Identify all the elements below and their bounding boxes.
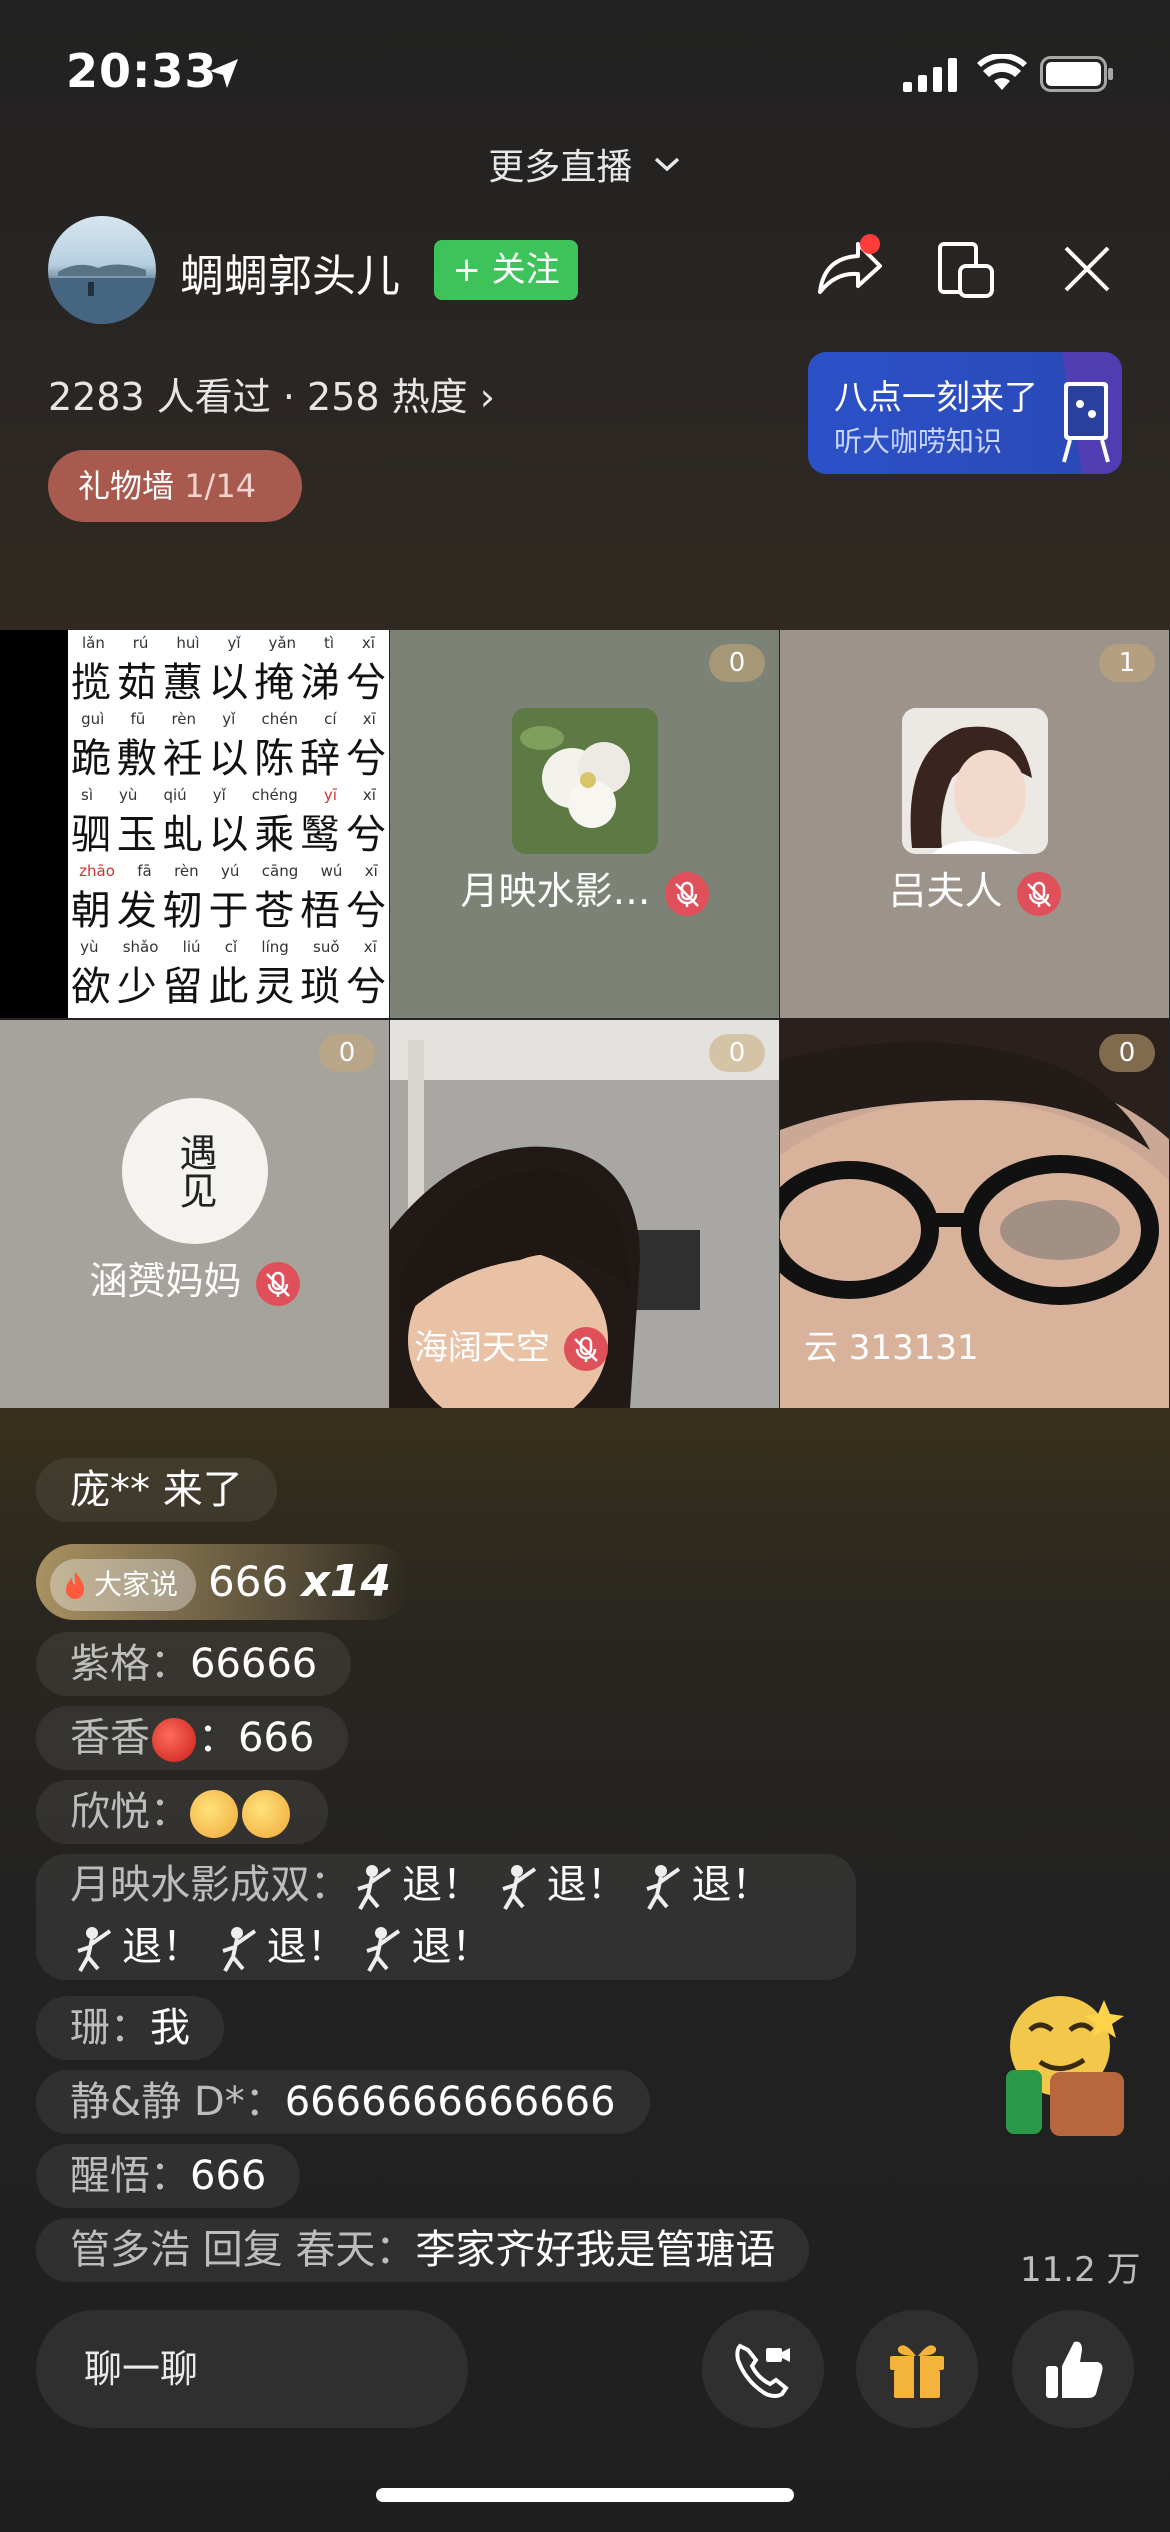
guest-name: 涵赟妈妈 xyxy=(89,1259,242,1303)
guest-grid: lǎn rú huì yǐ yǎn tì xī 揽茹蕙以掩涕兮 guì fū rèn yǐ chén… xyxy=(0,630,1170,1408)
location-arrow-icon xyxy=(210,59,238,88)
avatar-calligraphy: 遇见 xyxy=(173,1133,217,1209)
chevron-down-icon xyxy=(654,157,679,172)
gift-wall-label: 礼物墙 xyxy=(78,467,175,505)
guest-cell[interactable]: 0 遇见 涵赟妈妈 xyxy=(0,1020,389,1408)
share-icon[interactable] xyxy=(814,228,890,300)
gift-count-badge: 0 xyxy=(1099,1034,1155,1072)
chat-message: 紫格：66666 xyxy=(36,1632,352,1696)
mic-muted-icon xyxy=(664,871,709,916)
666-emoji-icon xyxy=(190,1790,238,1838)
chat-message: 香香 ：666 xyxy=(36,1706,349,1770)
woman-portrait-image xyxy=(902,708,1048,854)
gift-icon xyxy=(890,2345,944,2398)
gift-wall-count: 1/14 xyxy=(184,467,257,505)
promo-decoration-icon xyxy=(1062,352,1122,474)
close-icon[interactable] xyxy=(1062,244,1112,294)
guest-name: 月映水影… xyxy=(460,869,651,913)
guest-name-row: 吕夫人 xyxy=(780,860,1169,916)
dajia-tag: 大家说 xyxy=(50,1558,197,1611)
home-indicator[interactable] xyxy=(376,2488,794,2502)
chat-message: 欣悦： xyxy=(36,1780,328,1844)
guest-avatar: 遇见 xyxy=(122,1098,268,1244)
guest-name-row: 云 313131 xyxy=(780,1320,1169,1369)
guest-name: 吕夫人 xyxy=(888,869,1003,913)
fencer-emoji-icon xyxy=(366,1927,401,1972)
promo-subtitle: 听大咖唠知识 xyxy=(834,425,1003,458)
gift-button[interactable] xyxy=(856,2310,978,2428)
fencer-emoji-icon xyxy=(646,1865,681,1910)
chat-message: 管多浩 回复 春天：李家齐好我是管瑭语 xyxy=(36,2218,810,2282)
gift-count-badge: 0 xyxy=(709,644,765,682)
video-call-button[interactable] xyxy=(702,2310,824,2428)
mic-muted-icon xyxy=(255,1261,300,1306)
dajia-text: 666 xyxy=(208,1557,289,1606)
mic-muted-icon xyxy=(564,1326,608,1371)
flame-icon xyxy=(66,1571,84,1599)
like-count: 11.2 万 xyxy=(1020,2250,1141,2290)
host-name[interactable]: 蜩蜩郭头儿 xyxy=(180,240,400,304)
poem-video-cell[interactable]: lǎn rú huì yǐ yǎn tì xī 揽茹蕙以掩涕兮 guì fū rèn yǐ chén… xyxy=(0,630,389,1018)
thumbs-up-icon xyxy=(1046,2341,1103,2398)
apple-emoji-icon xyxy=(152,1718,196,1762)
status-time: 20:33 xyxy=(66,44,218,98)
guest-video-cell[interactable]: 0 海阔天空 xyxy=(390,1020,779,1408)
wifi-icon xyxy=(977,54,1027,90)
fencer-emoji-icon xyxy=(502,1865,536,1910)
dajia-multiplier: x14 xyxy=(301,1556,392,1607)
fencer-emoji-icon xyxy=(222,1927,256,1972)
follow-button[interactable]: + 关注 xyxy=(434,240,578,300)
poem-row: sì yù qiú yǐ chéng yī xī 驷玉虬以乘鹥兮 xyxy=(70,786,386,858)
guest-cell[interactable]: 0 月映水影… xyxy=(390,630,779,1018)
guest-avatar xyxy=(902,708,1048,854)
chat-message: 静&静 D*：6666666666666 xyxy=(36,2070,650,2134)
mic-muted-icon xyxy=(1016,871,1061,916)
more-live-dropdown[interactable]: 更多直播 xyxy=(0,138,1170,190)
guest-name-row: 海阔天空 xyxy=(390,1320,779,1371)
guest-cell[interactable]: 1 吕夫人 xyxy=(780,630,1169,1018)
promo-banner[interactable]: 八点一刻来了 听大咖唠知识 xyxy=(808,352,1122,474)
like-button[interactable] xyxy=(1012,2310,1134,2428)
poem-row: zhāo fā rèn yú cāng wú xī 朝发轫于苍梧兮 xyxy=(70,862,386,934)
poem-paper: lǎn rú huì yǐ yǎn tì xī 揽茹蕙以掩涕兮 guì fū rèn yǐ chén… xyxy=(68,630,389,1018)
promo-title: 八点一刻来了 xyxy=(834,378,1038,418)
poem-row: yù shǎo liú cǐ líng suǒ xī 欲少留此灵琐兮 xyxy=(70,938,386,1010)
chat-message: 醒悟：666 xyxy=(36,2144,301,2208)
fencer-emoji-icon xyxy=(357,1865,392,1910)
phone-video-icon xyxy=(735,2343,790,2398)
picture-in-picture-icon[interactable] xyxy=(936,240,996,300)
cellular-signal-icon xyxy=(903,58,957,92)
guest-name: 海阔天空 xyxy=(414,1328,550,1368)
poem-row: lǎn rú huì yǐ yǎn tì xī 揽茹蕙以掩涕兮 xyxy=(70,634,386,706)
guest-name-row: 月映水影… xyxy=(390,860,779,916)
fencer-emoji-icon xyxy=(77,1927,112,1972)
gift-count-badge: 0 xyxy=(709,1034,765,1072)
gift-wall-button[interactable]: 礼物墙 1/14 xyxy=(48,450,302,522)
status-bar: 20:33 xyxy=(0,0,1170,150)
gift-count-badge: 0 xyxy=(319,1034,375,1072)
guest-avatar xyxy=(512,708,658,854)
guest-video-cell[interactable]: 0 云 313131 xyxy=(780,1020,1169,1408)
viewer-stats[interactable]: 2283 人看过 · 258 热度 › xyxy=(48,366,495,421)
mascot-sticker-icon[interactable] xyxy=(1000,1990,1130,2140)
chat-input[interactable]: 聊一聊 xyxy=(36,2310,468,2428)
battery-icon xyxy=(1040,56,1113,92)
chat-message: 珊：我 xyxy=(36,1996,224,2060)
dajia-say-message[interactable]: 大家说 666 x14 xyxy=(36,1544,412,1620)
lake-landscape-image xyxy=(48,264,156,324)
join-message: 庞** 来了 xyxy=(36,1458,277,1522)
poem-row: guì fū rèn yǐ chén cí xī 跪敷衽以陈辞兮 xyxy=(70,710,386,782)
gift-count-badge: 1 xyxy=(1099,644,1155,682)
guest-name: 云 313131 xyxy=(804,1328,979,1368)
more-live-label: 更多直播 xyxy=(488,147,633,188)
white-flower-image xyxy=(512,708,658,854)
666-emoji-icon xyxy=(242,1790,290,1838)
host-avatar[interactable] xyxy=(48,216,156,324)
chat-message: 月映水影成双： 退！ 退！ 退！ 退！ 退！ 退！ xyxy=(36,1854,856,1980)
guest-name-row: 涵赟妈妈 xyxy=(0,1250,389,1306)
